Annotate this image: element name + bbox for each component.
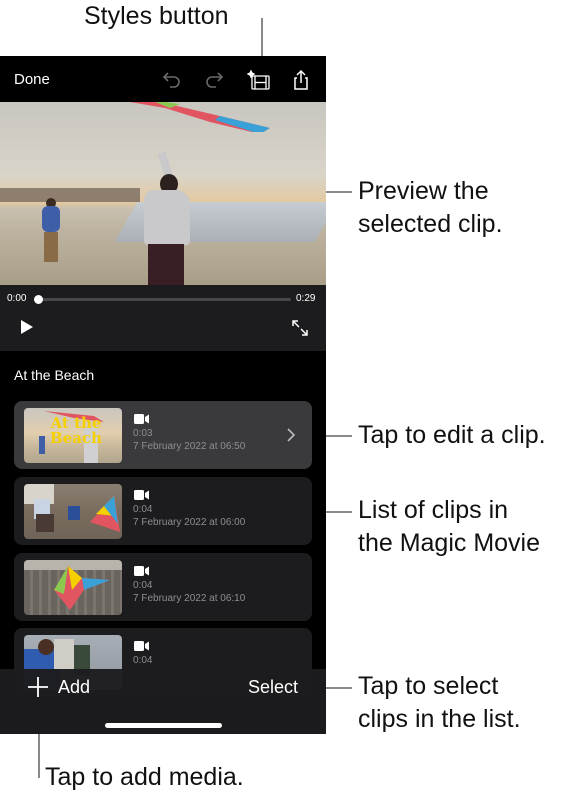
chevron-right-icon[interactable] xyxy=(286,427,296,443)
video-camera-icon xyxy=(134,566,149,576)
styles-icon[interactable] xyxy=(247,68,271,92)
select-button[interactable]: Select xyxy=(248,677,298,698)
clip-date: 7 February 2022 at 06:00 xyxy=(133,517,246,528)
thumb-title: At the Beach xyxy=(50,414,102,447)
callout-list-of-clips: List of clips in the Magic Movie xyxy=(358,496,541,557)
callout-add-media: Tap to add media. xyxy=(45,763,244,791)
clip-duration: 0:04 xyxy=(133,504,153,515)
clip-duration: 0:03 xyxy=(133,428,153,439)
clip-duration: 0:04 xyxy=(133,655,153,666)
clip-row[interactable]: At the Beach 0:03 7 February 2022 at 06:… xyxy=(14,401,312,469)
clip-thumbnail xyxy=(24,484,122,539)
video-camera-icon xyxy=(134,490,149,500)
video-camera-icon xyxy=(134,641,149,651)
clip-duration: 0:04 xyxy=(133,580,153,591)
undo-icon[interactable] xyxy=(160,68,184,92)
phone-screen: Done 0:00 0:29 At the Beach At the Beach… xyxy=(0,56,326,734)
video-camera-icon xyxy=(134,414,149,424)
bottom-toolbar: Add Select xyxy=(0,669,326,734)
total-time: 0:29 xyxy=(296,293,316,304)
callout-styles-button: Styles button xyxy=(84,2,229,30)
playback-controls: 0:00 0:29 xyxy=(0,285,326,351)
current-time: 0:00 xyxy=(7,293,27,304)
preview-kite xyxy=(130,102,270,132)
clip-row[interactable]: 0:04 7 February 2022 at 06:10 xyxy=(14,553,312,621)
play-icon[interactable] xyxy=(20,319,34,335)
clip-row[interactable]: 0:04 7 February 2022 at 06:00 xyxy=(14,477,312,545)
preview-child xyxy=(40,198,62,264)
callout-edit-clip: Tap to edit a clip. xyxy=(358,421,546,449)
clip-date: 7 February 2022 at 06:10 xyxy=(133,593,246,604)
clip-thumbnail xyxy=(24,560,122,615)
clip-thumbnail: At the Beach xyxy=(24,408,122,463)
redo-icon[interactable] xyxy=(202,68,226,92)
clip-date: 7 February 2022 at 06:50 xyxy=(133,441,246,452)
callout-preview: Preview the selected clip. xyxy=(358,177,503,238)
done-button[interactable]: Done xyxy=(14,71,50,88)
preview-person xyxy=(140,151,192,285)
home-indicator[interactable] xyxy=(105,723,222,728)
expand-icon[interactable] xyxy=(291,319,309,337)
leader-preview xyxy=(326,191,352,193)
movie-title: At the Beach xyxy=(14,367,95,383)
preview-town xyxy=(0,188,140,202)
scrubber-knob[interactable] xyxy=(34,295,43,304)
share-icon[interactable] xyxy=(289,68,313,92)
add-button[interactable]: Add xyxy=(58,677,90,698)
callout-select: Tap to select clips in the list. xyxy=(358,672,521,733)
plus-icon[interactable] xyxy=(27,676,49,698)
top-bar: Done xyxy=(0,56,326,102)
scrubber[interactable] xyxy=(34,295,291,304)
clip-preview[interactable] xyxy=(0,102,326,285)
